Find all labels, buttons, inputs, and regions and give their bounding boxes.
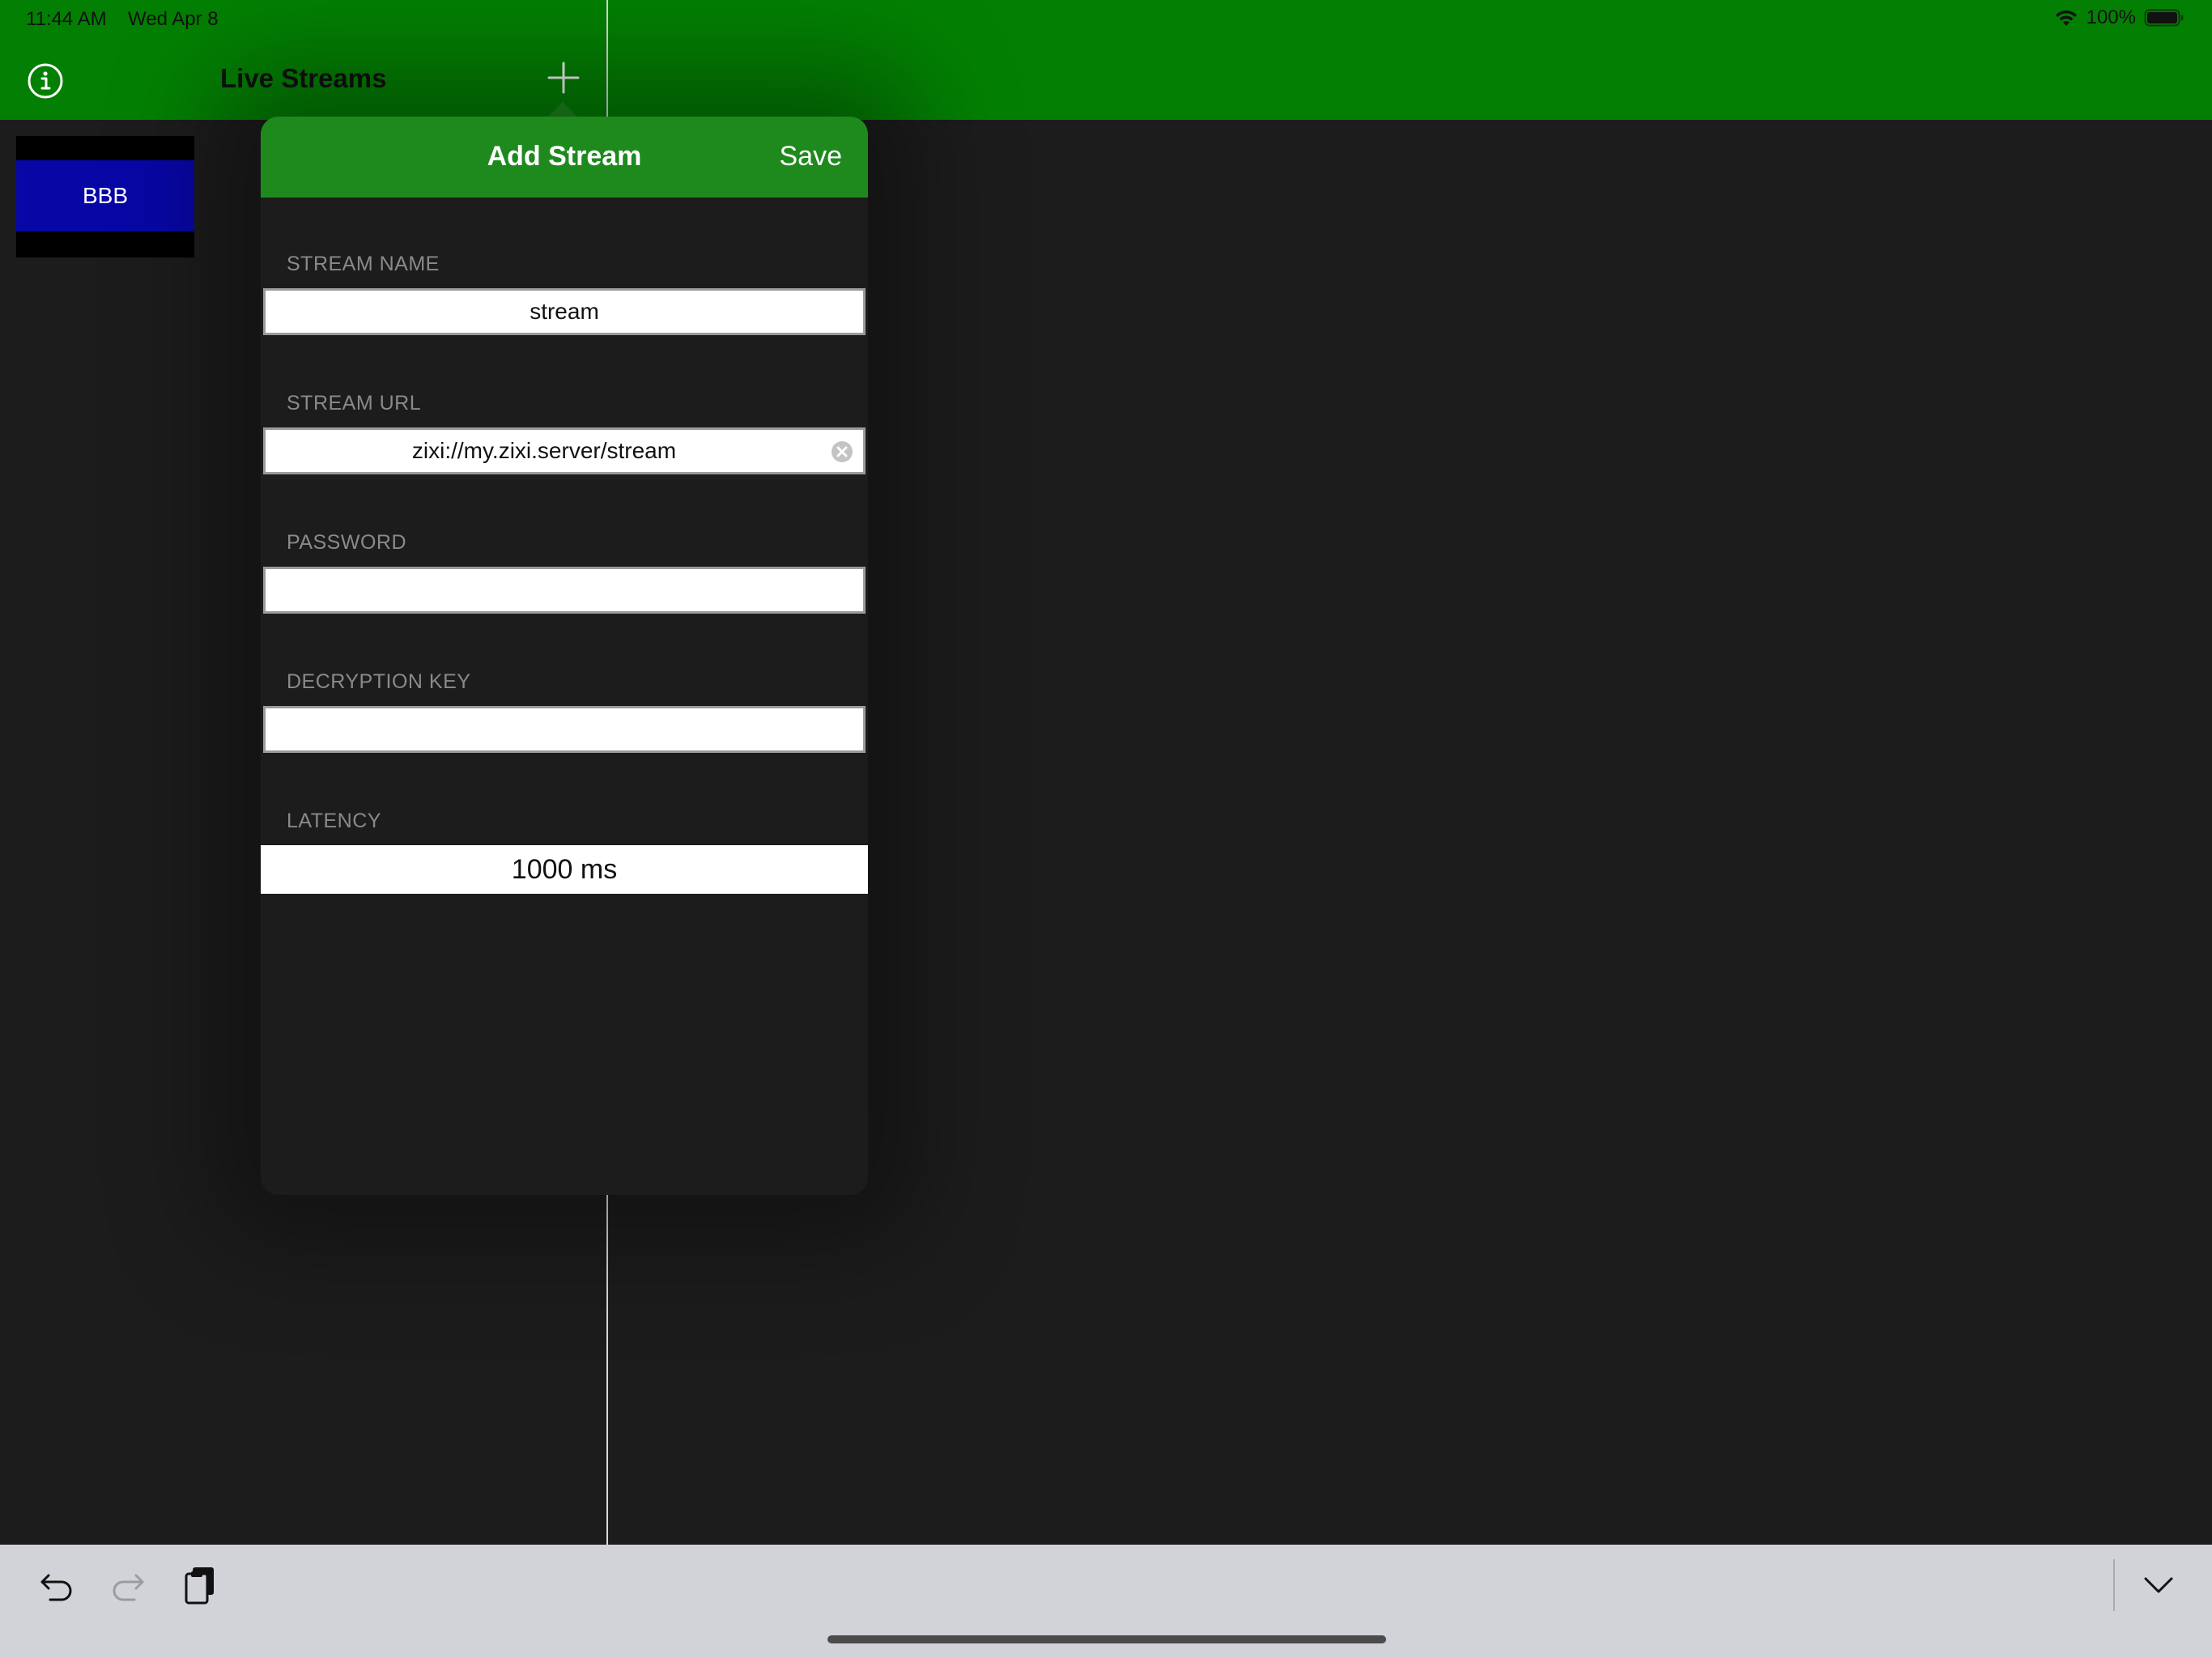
plus-icon <box>547 62 580 94</box>
stream-name-label: STREAM NAME <box>287 253 440 275</box>
redo-button[interactable] <box>110 1567 146 1603</box>
stream-thumbnail-label: BBB <box>16 160 194 232</box>
decryption-key-input[interactable] <box>263 706 866 753</box>
status-time: 11:44 AM <box>26 8 107 30</box>
stream-url-label: STREAM URL <box>287 392 422 414</box>
save-button[interactable]: Save <box>780 141 843 172</box>
undo-icon <box>40 1574 72 1601</box>
page-title: Live Streams <box>220 63 387 93</box>
clear-text-button[interactable] <box>830 440 854 464</box>
password-label: PASSWORD <box>287 531 406 554</box>
stream-thumbnail[interactable]: BBB <box>16 136 194 257</box>
chevron-down-icon <box>2144 1577 2173 1593</box>
decryption-key-label: DECRYPTION KEY <box>287 670 471 693</box>
info-icon <box>28 63 63 99</box>
latency-picker[interactable]: 1000 ms <box>261 845 868 894</box>
status-indicators: 100% <box>2054 6 2184 29</box>
screen: 11:44 AM Wed Apr 8 100% Live Streams BBB… <box>0 0 2212 1658</box>
wifi-icon <box>2054 8 2078 28</box>
redo-icon <box>113 1574 144 1601</box>
toolbar-separator <box>2113 1559 2115 1611</box>
home-indicator[interactable] <box>827 1635 1386 1643</box>
stream-name-input[interactable] <box>263 288 866 335</box>
stream-url-input[interactable] <box>263 427 866 474</box>
undo-button[interactable] <box>39 1567 74 1603</box>
popover-title: Add Stream <box>487 141 642 172</box>
status-bar: 11:44 AM Wed Apr 8 100% <box>0 0 2212 39</box>
dismiss-keyboard-button[interactable] <box>2141 1569 2176 1601</box>
status-date: Wed Apr 8 <box>128 8 219 30</box>
add-stream-popover: Add Stream Save STREAM NAME STREAM URL P… <box>261 117 868 1195</box>
password-input[interactable] <box>263 567 866 614</box>
battery-percentage: 100% <box>2086 6 2136 28</box>
paste-button[interactable] <box>181 1564 220 1606</box>
latency-label: LATENCY <box>287 810 381 832</box>
popover-header: Add Stream Save <box>261 117 868 198</box>
info-button[interactable] <box>26 62 65 100</box>
battery-icon <box>2144 8 2184 28</box>
add-stream-button[interactable] <box>546 60 581 96</box>
paste-icon <box>185 1567 214 1605</box>
clear-icon <box>832 441 853 462</box>
